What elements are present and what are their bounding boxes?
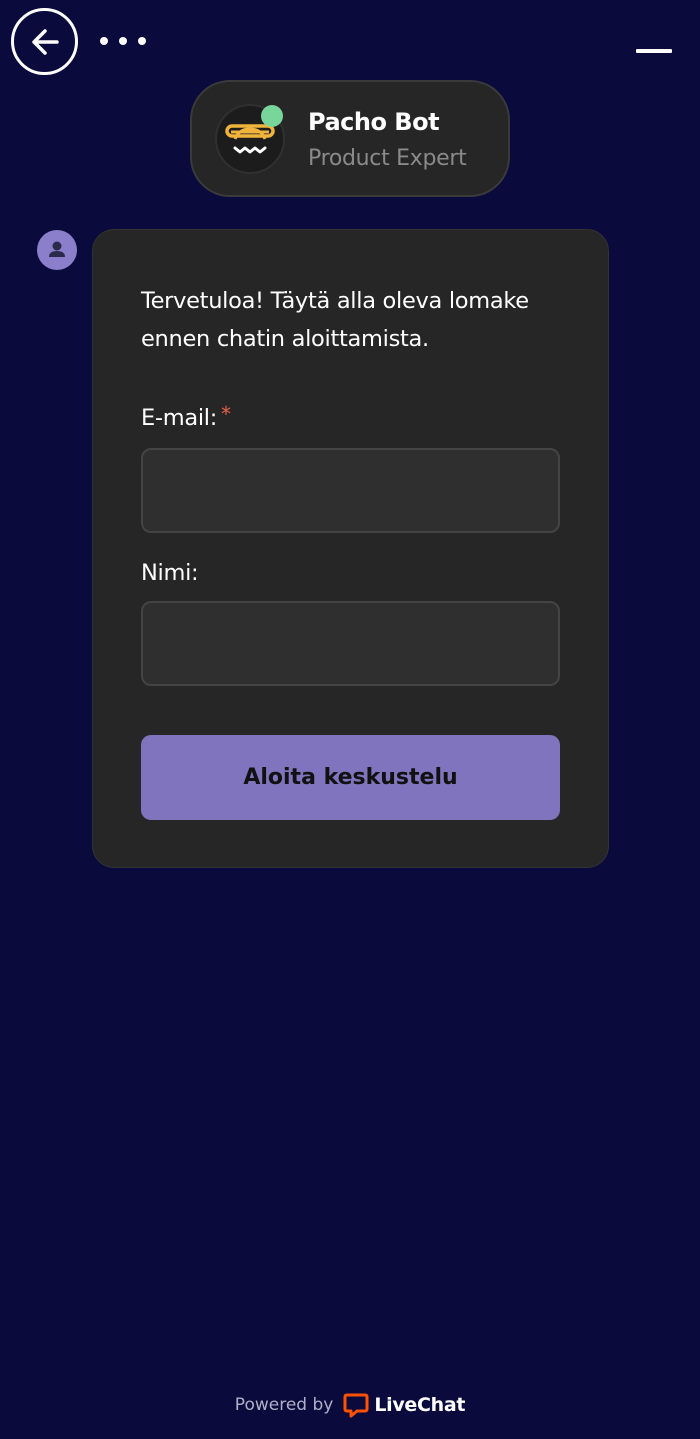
agent-role: Product Expert [308, 146, 467, 171]
online-status-dot [261, 105, 283, 127]
arrow-left-icon [31, 28, 59, 55]
more-options-button[interactable] [100, 30, 146, 52]
back-button[interactable] [11, 8, 78, 75]
minimize-icon [636, 49, 672, 53]
agent-name: Pacho Bot [308, 108, 440, 136]
more-horizontal-icon [100, 37, 108, 45]
email-field[interactable] [141, 448, 560, 533]
minimize-button[interactable] [632, 36, 676, 66]
top-bar [0, 0, 700, 80]
welcome-message: Tervetuloa! Täytä alla oleva lomake enne… [141, 288, 529, 352]
start-chat-button[interactable]: Aloita keskustelu [141, 735, 560, 820]
required-mark: * [221, 402, 231, 426]
user-avatar [37, 230, 77, 270]
email-label: E-mail: * [141, 402, 231, 431]
prechat-form: Tervetuloa! Täytä alla oleva lomake enne… [92, 229, 609, 868]
livechat-logo-icon [343, 1393, 369, 1418]
name-field[interactable] [141, 601, 560, 686]
agent-info-card: Pacho Bot Product Expert [190, 80, 510, 197]
livechat-brand: LiveChat [374, 1394, 466, 1416]
name-label: Nimi: [141, 560, 199, 586]
user-icon [49, 241, 65, 257]
powered-by-footer[interactable]: Powered by LiveChat [0, 1390, 700, 1420]
powered-by-text: Powered by [234, 1395, 334, 1415]
